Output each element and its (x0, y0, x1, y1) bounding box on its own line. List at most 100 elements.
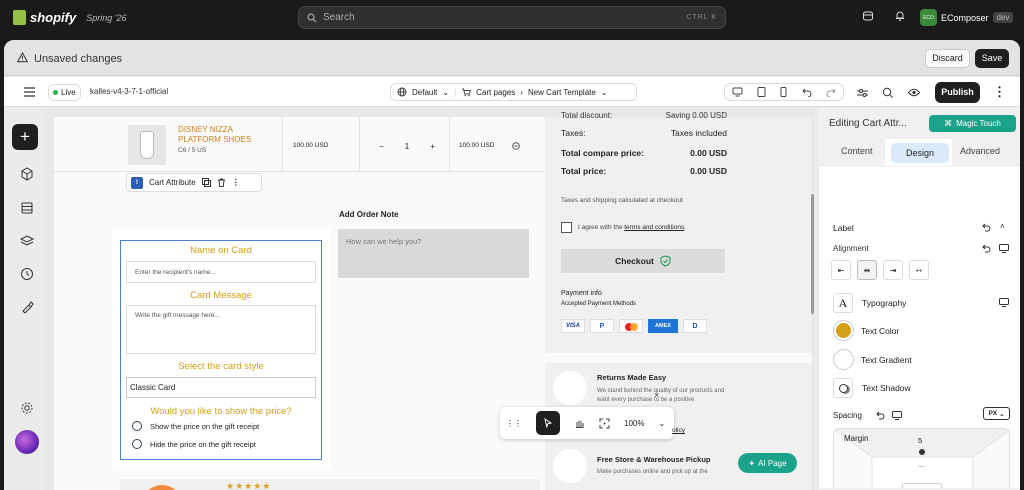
assistant-orb-icon[interactable] (15, 430, 39, 454)
magic-wand-icon: ⌘ (944, 119, 953, 128)
inspect-icon[interactable] (882, 87, 893, 98)
bell-icon[interactable] (894, 10, 906, 22)
more-options-icon[interactable]: ⋮ (993, 84, 1006, 100)
typography-row[interactable]: A Typography (833, 293, 906, 313)
order-note-textarea[interactable]: How can we help you? (338, 229, 529, 278)
redo-icon[interactable] (826, 87, 836, 97)
hand-icon[interactable] (574, 418, 585, 429)
chevron-up-icon[interactable]: ˄ (1000, 222, 1005, 231)
trash-icon[interactable] (217, 178, 226, 187)
margin-top-value[interactable]: 5 (918, 436, 922, 445)
padding-top-value[interactable]: — (918, 463, 925, 470)
zoom-select[interactable]: 100% (624, 419, 644, 428)
unit-select[interactable]: PX ⌄ (983, 407, 1010, 420)
store-switcher[interactable]: ECO EComposer dev (920, 9, 1014, 26)
hamburger-menu-icon[interactable] (24, 87, 35, 97)
terms-link[interactable]: terms and conditions (624, 224, 684, 231)
text-shadow-row[interactable]: Text Shadow (833, 378, 911, 398)
canvas-scrollbar[interactable] (811, 194, 814, 314)
text-gradient-row[interactable]: Text Gradient (833, 349, 912, 370)
reset-icon[interactable] (876, 411, 885, 420)
stack-icon[interactable] (19, 233, 35, 249)
element-more-icon[interactable]: ⋮ (232, 178, 240, 187)
checkout-label: Checkout (615, 256, 654, 266)
text-color-row[interactable]: Text Color (833, 320, 899, 341)
brush-icon[interactable] (19, 299, 35, 315)
checkout-button[interactable]: Checkout (561, 249, 725, 273)
align-right-icon[interactable]: ⇥ (883, 260, 903, 280)
gradient-swatch[interactable] (833, 349, 854, 370)
qty-decrease[interactable]: − (379, 142, 384, 151)
cart-attribute-type-icon: t (131, 176, 143, 189)
cart-attribute-block[interactable]: Name on Card Enter the recipient's name.… (112, 229, 331, 469)
global-search[interactable]: Search CTRL K (298, 6, 726, 29)
radio-hide[interactable] (132, 439, 142, 449)
drag-handle-icon[interactable]: ⋮⋮ (506, 419, 522, 428)
compare-value: 0.00 USD (690, 148, 727, 158)
preview-eye-icon[interactable] (908, 88, 920, 97)
desktop-icon[interactable] (892, 411, 902, 420)
compare-row: Total compare price: 0.00 USD (561, 148, 727, 158)
mobile-icon[interactable] (780, 87, 787, 97)
gear-icon[interactable] (19, 400, 35, 416)
total-row: Total price: 0.00 USD (561, 166, 727, 176)
align-justify-icon[interactable]: ⇿ (909, 260, 929, 280)
breadcrumb-cart-pages[interactable]: Cart pages (476, 88, 515, 97)
terms-checkbox[interactable] (561, 222, 572, 233)
text-color-swatch[interactable] (833, 320, 854, 341)
card-style-select[interactable]: Classic Card (126, 377, 316, 398)
qty-value[interactable]: 1 (405, 142, 409, 151)
fit-screen-icon[interactable] (599, 418, 610, 429)
terms-agreement[interactable]: I agree with the terms and conditions. (561, 222, 686, 233)
template-selector[interactable]: Default ⌄ | Cart pages › New Cart Templa… (390, 83, 637, 101)
settings-sliders-icon[interactable] (857, 88, 868, 98)
device-select[interactable]: Default (412, 88, 437, 97)
magic-touch-button[interactable]: ⌘ Magic Touch (929, 115, 1016, 132)
margin-top-handle[interactable] (919, 449, 925, 455)
ai-page-button[interactable]: ✦ AI Page (738, 453, 797, 473)
align-left-icon[interactable]: ⇤ (831, 260, 851, 280)
price-option-hide[interactable]: Hide the price on the gift receipt (132, 439, 256, 449)
remove-item-icon[interactable] (512, 142, 520, 150)
policy-link[interactable]: olicy (672, 427, 685, 434)
desktop-icon[interactable] (999, 244, 1009, 253)
reset-icon[interactable] (982, 223, 991, 232)
shopify-logo[interactable]: shopify Spring '26 (13, 10, 126, 25)
payment-title: Payment info (561, 290, 602, 297)
tab-content[interactable]: Content (841, 146, 873, 156)
element-label[interactable]: Cart Attribute (149, 178, 196, 187)
align-center-icon[interactable]: ⇹ (857, 260, 877, 280)
sections-cube-icon[interactable] (19, 166, 35, 182)
history-clock-icon[interactable] (19, 266, 35, 282)
rating-stars: ★★★★★ (226, 481, 272, 490)
chevron-down-icon: ⌄ (658, 418, 666, 428)
product-name[interactable]: DISNEY NIZZA PLATFORM SHOES (178, 125, 268, 145)
select-tool[interactable] (536, 411, 560, 435)
qty-increase[interactable]: + (430, 142, 435, 151)
tablet-icon[interactable] (757, 87, 766, 97)
name-on-card-input[interactable]: Enter the recipient's name... (126, 261, 316, 283)
tab-advanced[interactable]: Advanced (960, 146, 1000, 156)
price-option-show[interactable]: Show the price on the gift receipt (132, 421, 259, 431)
quantity-stepper[interactable]: − 1 + (379, 139, 435, 153)
close-icon[interactable]: × (654, 390, 659, 400)
layers-list-icon[interactable] (19, 200, 35, 216)
desktop-icon[interactable] (999, 298, 1009, 307)
radio-show[interactable] (132, 421, 142, 431)
save-button[interactable]: Save (975, 49, 1009, 68)
product-thumbnail[interactable] (128, 125, 166, 165)
undo-icon[interactable] (801, 87, 812, 97)
store-icon[interactable] (862, 10, 874, 22)
paypal-card: P (590, 319, 614, 333)
discard-button[interactable]: Discard (925, 49, 970, 68)
desktop-icon[interactable] (732, 87, 743, 97)
breadcrumb-template[interactable]: New Cart Template (528, 88, 596, 97)
add-element-button[interactable]: + (12, 124, 38, 150)
reset-icon[interactable] (982, 244, 991, 253)
label-section[interactable]: Label (833, 223, 854, 233)
publish-button[interactable]: Publish (935, 82, 980, 103)
duplicate-icon[interactable] (201, 178, 211, 187)
card-message-textarea[interactable]: Write the gift message here... (126, 305, 316, 354)
tab-design[interactable]: Design (891, 143, 949, 163)
device-preview-group (724, 83, 844, 101)
